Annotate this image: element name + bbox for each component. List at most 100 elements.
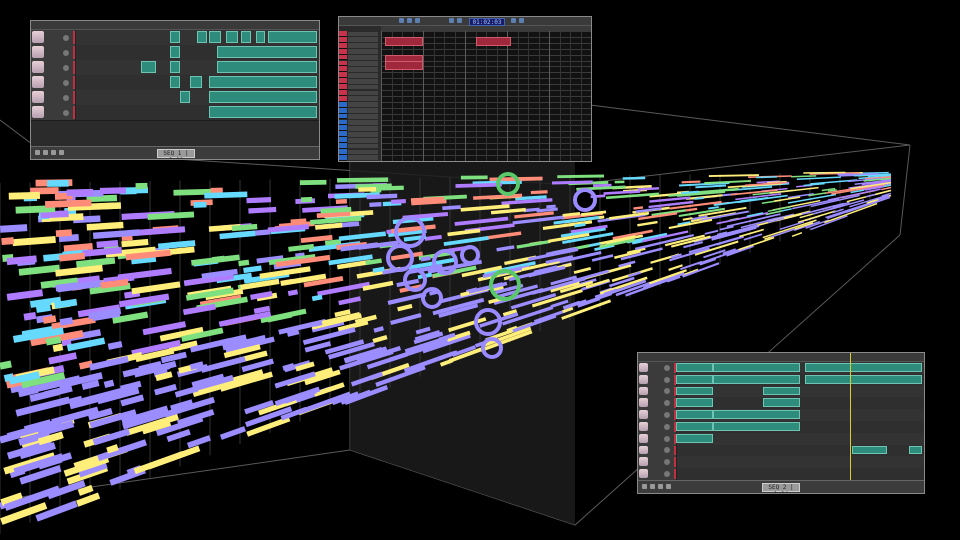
volume-knob-icon[interactable] bbox=[664, 435, 670, 442]
track-header[interactable] bbox=[31, 60, 76, 75]
track-header[interactable] bbox=[638, 385, 677, 398]
audio-clip[interactable] bbox=[676, 398, 714, 408]
track-header[interactable] bbox=[638, 362, 677, 374]
quantize-tool-icon[interactable] bbox=[511, 18, 516, 23]
track-row[interactable] bbox=[31, 105, 319, 121]
track-row[interactable] bbox=[31, 90, 319, 106]
note-bar bbox=[290, 218, 307, 225]
volume-knob-icon[interactable] bbox=[664, 388, 670, 395]
track-header[interactable] bbox=[638, 444, 677, 457]
audio-clip[interactable] bbox=[255, 31, 266, 43]
audio-clip[interactable] bbox=[179, 91, 190, 103]
rewind-button[interactable] bbox=[35, 150, 40, 155]
audio-clip[interactable] bbox=[713, 363, 800, 372]
record-button[interactable] bbox=[59, 150, 64, 155]
volume-knob-icon[interactable] bbox=[63, 34, 69, 41]
volume-knob-icon[interactable] bbox=[664, 471, 670, 478]
midi-note[interactable] bbox=[385, 36, 423, 47]
volume-knob-icon[interactable] bbox=[63, 79, 69, 86]
audio-clip[interactable] bbox=[170, 31, 180, 43]
audio-clip[interactable] bbox=[676, 363, 714, 372]
track-header[interactable] bbox=[638, 456, 677, 469]
audio-clip[interactable] bbox=[676, 410, 714, 419]
volume-knob-icon[interactable] bbox=[63, 64, 69, 71]
audio-clip[interactable] bbox=[804, 363, 922, 372]
volume-knob-icon[interactable] bbox=[664, 423, 670, 430]
audio-clip[interactable] bbox=[170, 76, 180, 88]
audio-clip[interactable] bbox=[676, 433, 714, 443]
volume-knob-icon[interactable] bbox=[664, 400, 670, 407]
track-row[interactable] bbox=[31, 60, 319, 76]
audio-clip[interactable] bbox=[197, 31, 207, 43]
volume-knob-icon[interactable] bbox=[664, 459, 670, 466]
audio-clip[interactable] bbox=[216, 61, 317, 73]
track-header[interactable] bbox=[31, 75, 76, 90]
volume-knob-icon[interactable] bbox=[63, 49, 69, 56]
track-header[interactable] bbox=[638, 421, 677, 433]
audio-clip[interactable] bbox=[909, 445, 922, 455]
track-row[interactable] bbox=[31, 30, 319, 46]
pointer-tool-icon[interactable] bbox=[399, 18, 404, 23]
audio-clip[interactable] bbox=[170, 46, 180, 58]
track-header[interactable] bbox=[638, 432, 677, 445]
piano-key[interactable] bbox=[339, 154, 347, 161]
note-bar bbox=[315, 222, 343, 230]
stop-button[interactable] bbox=[650, 484, 655, 489]
track-header[interactable] bbox=[638, 468, 677, 480]
track-header[interactable] bbox=[638, 397, 677, 410]
rewind-button[interactable] bbox=[642, 484, 647, 489]
audio-clip[interactable] bbox=[209, 91, 317, 103]
track-header[interactable] bbox=[31, 30, 76, 45]
volume-knob-icon[interactable] bbox=[664, 364, 670, 371]
track-header[interactable] bbox=[31, 105, 76, 120]
audio-clip[interactable] bbox=[226, 31, 239, 43]
audio-clip[interactable] bbox=[209, 106, 317, 118]
track-header[interactable] bbox=[31, 90, 76, 105]
audio-clip[interactable] bbox=[170, 61, 180, 73]
audio-clip[interactable] bbox=[762, 398, 800, 408]
track-row[interactable] bbox=[31, 45, 319, 61]
audio-clip[interactable] bbox=[267, 31, 317, 43]
track-header[interactable] bbox=[638, 409, 677, 421]
track-row[interactable] bbox=[31, 75, 319, 91]
pencil-tool-icon[interactable] bbox=[407, 18, 412, 23]
audio-clip[interactable] bbox=[713, 374, 800, 384]
audio-clip[interactable] bbox=[762, 386, 800, 396]
audio-clip[interactable] bbox=[189, 76, 202, 88]
eraser-tool-icon[interactable] bbox=[415, 18, 420, 23]
play-button[interactable] bbox=[51, 150, 56, 155]
snap-tool-icon[interactable] bbox=[449, 18, 454, 23]
audio-clip[interactable] bbox=[676, 386, 714, 396]
note-bar bbox=[133, 450, 185, 475]
audio-clip[interactable] bbox=[216, 46, 317, 58]
audio-clip[interactable] bbox=[713, 410, 800, 419]
audio-clip[interactable] bbox=[140, 61, 156, 73]
volume-knob-icon[interactable] bbox=[664, 412, 670, 419]
volume-knob-icon[interactable] bbox=[63, 94, 69, 101]
play-button[interactable] bbox=[658, 484, 663, 489]
midi-note[interactable] bbox=[385, 60, 423, 70]
zoom-tool-icon[interactable] bbox=[457, 18, 462, 23]
audio-clip[interactable] bbox=[240, 31, 251, 43]
audio-clip[interactable] bbox=[209, 76, 317, 88]
velocity-tool-icon[interactable] bbox=[519, 18, 524, 23]
track-header[interactable] bbox=[638, 373, 677, 386]
audio-clip[interactable] bbox=[804, 374, 922, 384]
record-button[interactable] bbox=[666, 484, 671, 489]
volume-knob-icon[interactable] bbox=[664, 376, 670, 383]
note-bar bbox=[442, 205, 461, 211]
audio-clip[interactable] bbox=[852, 445, 887, 455]
volume-knob-icon[interactable] bbox=[664, 447, 670, 454]
track-header[interactable] bbox=[31, 45, 76, 60]
key-label-slot bbox=[348, 78, 378, 84]
audio-clip[interactable] bbox=[676, 422, 714, 431]
stop-button[interactable] bbox=[43, 150, 48, 155]
note-bar bbox=[103, 379, 115, 388]
audio-clip[interactable] bbox=[676, 374, 714, 384]
midi-note[interactable] bbox=[475, 36, 512, 47]
audio-clip[interactable] bbox=[209, 31, 222, 43]
audio-clip[interactable] bbox=[713, 422, 800, 431]
playhead[interactable] bbox=[850, 353, 851, 493]
volume-knob-icon[interactable] bbox=[63, 109, 69, 116]
note-bar bbox=[324, 239, 342, 246]
